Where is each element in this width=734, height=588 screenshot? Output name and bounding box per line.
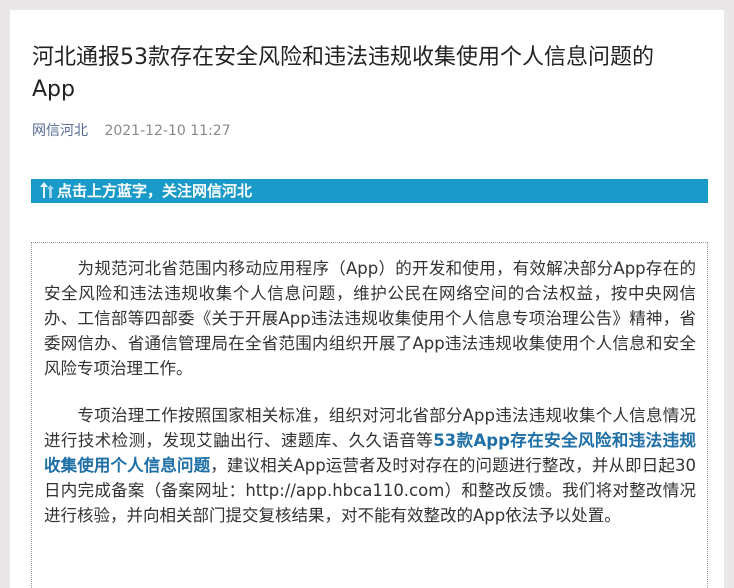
up-arrow-icon: [40, 182, 54, 198]
follow-banner-text: 点击上方蓝字，关注网信河北: [57, 182, 253, 200]
publish-date: 2021-12-10 11:27: [104, 123, 231, 139]
article-meta: 网信河北 2021-12-10 11:27: [32, 120, 231, 140]
article-title: 河北通报53款存在安全风险和违法违规收集使用个人信息问题的App: [32, 45, 654, 102]
paragraph-findings: 专项治理工作按照国家相关标准，组织对河北省部分App违法违规收集个人信息情况进行…: [44, 403, 696, 528]
follow-banner: 点击上方蓝字，关注网信河北: [31, 179, 708, 203]
author-link[interactable]: 网信河北: [32, 123, 88, 139]
article-page: 河北通报53款存在安全风险和违法违规收集使用个人信息问题的App 网信河北 20…: [10, 10, 724, 588]
content-box: 为规范河北省范围内移动应用程序（App）的开发和使用，有效解决部分App存在的安…: [31, 242, 708, 588]
paragraph-intro: 为规范河北省范围内移动应用程序（App）的开发和使用，有效解决部分App存在的安…: [44, 259, 696, 378]
